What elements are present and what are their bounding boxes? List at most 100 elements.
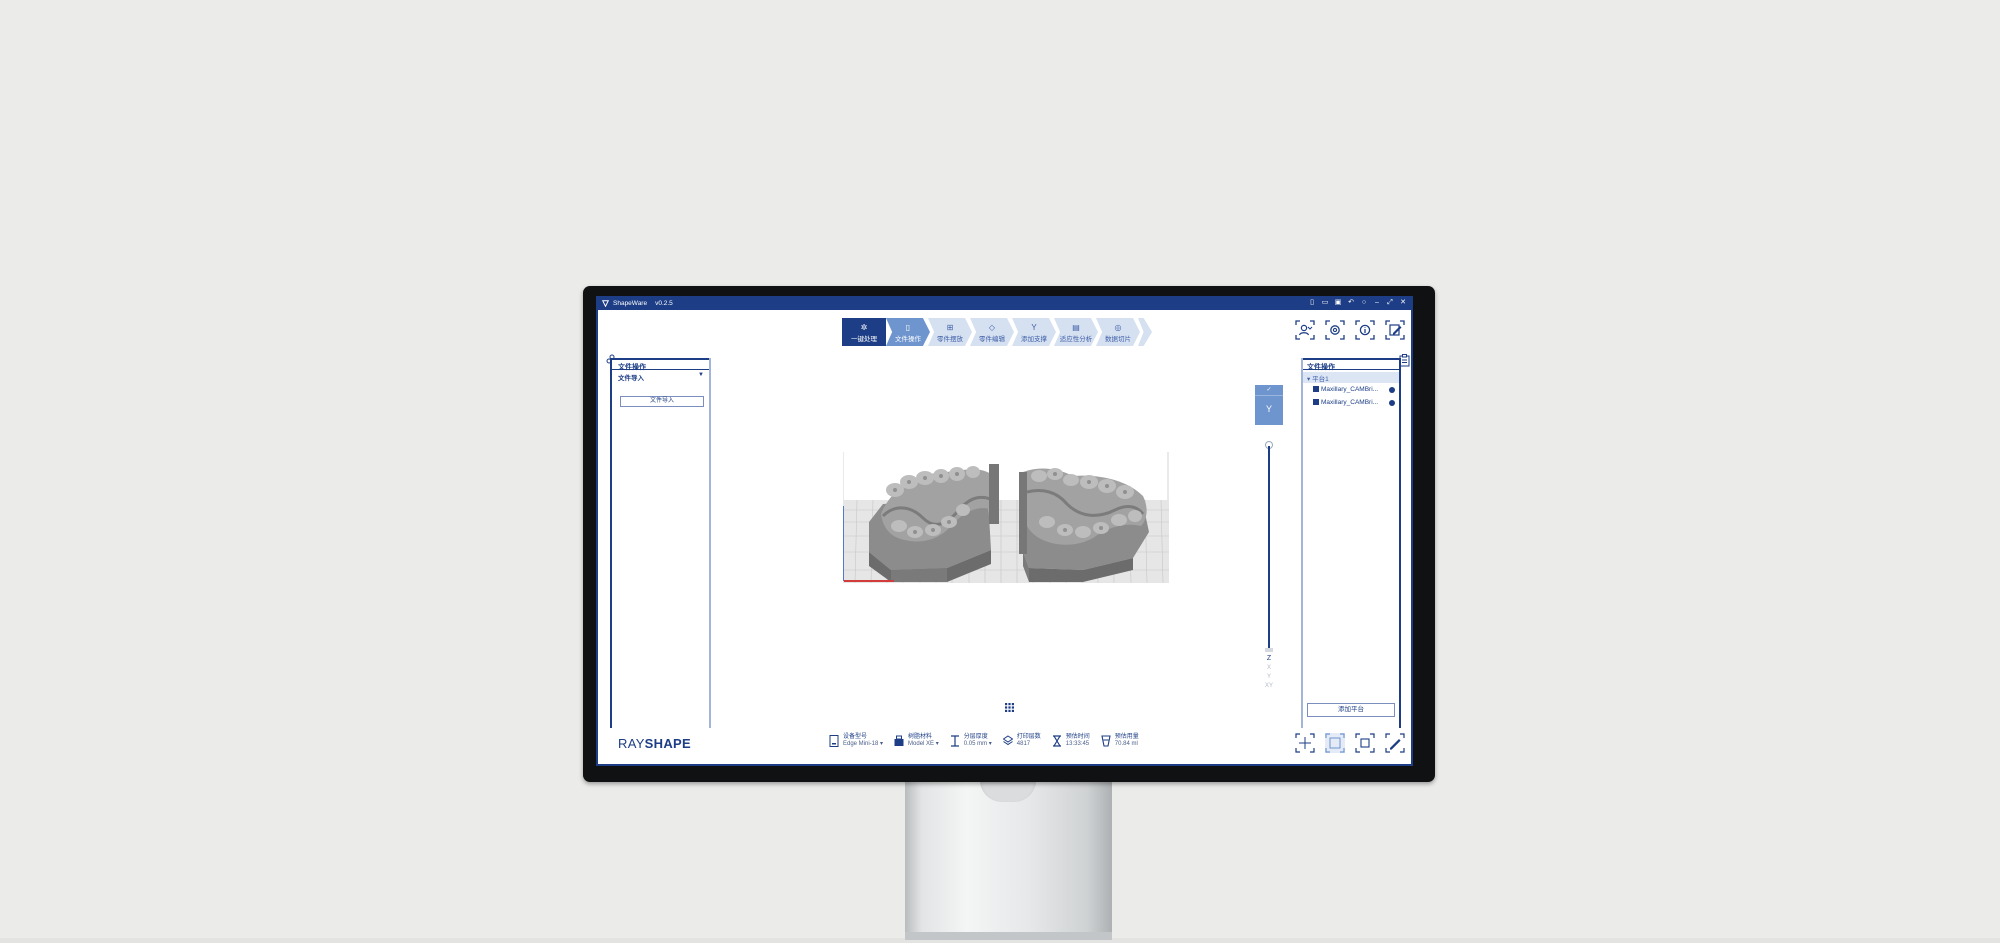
app-logo-icon	[602, 299, 609, 307]
step-label: 文件操作	[895, 336, 921, 343]
pan-view-button[interactable]	[1295, 733, 1315, 753]
view-cube-top[interactable]: ✓	[1255, 385, 1283, 396]
right-object-panel: 文件操作 ▾ 平台1 Maxillary_CAMBri... Maxillary…	[1301, 358, 1401, 728]
measure-tool-button[interactable]	[1385, 733, 1405, 753]
status-resin[interactable]: 树脂材料 Model XE ▾	[894, 734, 939, 748]
step-data-slice[interactable]: ◎ 数据切片	[1096, 318, 1140, 346]
platform-item[interactable]: ▾ 平台1	[1303, 372, 1399, 383]
zoom-icon	[1355, 733, 1375, 753]
status-layer-count: 打印层数 4817	[1002, 734, 1041, 748]
device-icon	[829, 735, 839, 747]
step-add-support[interactable]: Y 添加支撑	[1012, 318, 1056, 346]
axis-selector: Z X Y XY	[1264, 654, 1274, 691]
close-icon[interactable]: ✕	[1399, 298, 1407, 307]
window-titlebar: ShapeWare v0.2.5 ▯ ▭ ▣ ↶ ○ – ⤢ ✕	[596, 296, 1413, 310]
layer-thickness-icon	[950, 735, 959, 747]
save-icon[interactable]: ▣	[1334, 298, 1342, 307]
status-estimated-time: 预估时间 13:33:45	[1052, 734, 1090, 748]
brand-part-2: SHAPE	[644, 736, 691, 751]
minimize-icon[interactable]: –	[1373, 298, 1381, 307]
edit-icon	[1385, 320, 1405, 340]
rayshape-logo: RAYSHAPE	[618, 736, 691, 751]
status-label: 打印层数	[1016, 734, 1041, 740]
step-label: 零件编辑	[979, 336, 1005, 343]
monitor-stand	[905, 780, 1112, 938]
one-key-process-button[interactable]: ✲ 一键处理	[842, 318, 886, 346]
model-info-icon[interactable]	[1389, 387, 1395, 393]
status-layer-thickness[interactable]: 分层厚度 0.05 mm ▾	[950, 734, 992, 748]
user-icon	[1295, 320, 1315, 340]
info-tool-button[interactable]	[1355, 320, 1375, 340]
resin-icon	[894, 735, 904, 746]
file-import-button[interactable]: 文件导入	[620, 396, 704, 407]
edit-part-icon: ◇	[988, 323, 996, 332]
step-adaptability-analysis[interactable]: ▤ 适应性分析	[1054, 318, 1098, 346]
add-platform-button[interactable]: 添加平台	[1307, 703, 1395, 717]
axis-x[interactable]: X	[1264, 664, 1274, 673]
layer-slider-bottom-handle[interactable]	[1265, 648, 1273, 652]
zoom-view-button[interactable]	[1355, 733, 1375, 753]
view-cube[interactable]: ✓ Y	[1255, 385, 1283, 425]
grid-toggle-icon[interactable]	[1005, 703, 1014, 712]
brand-part-1: RAY	[618, 736, 645, 751]
status-label: 预估时间	[1065, 734, 1090, 740]
status-label: 设备型号	[843, 734, 868, 740]
left-panel-title: 文件操作	[612, 358, 709, 371]
gear-icon	[1325, 320, 1345, 340]
platform-label: 平台1	[1312, 376, 1329, 383]
build-plate-scene	[843, 452, 1169, 583]
file-import-section-label: 文件导入	[618, 375, 644, 382]
maximize-icon[interactable]: ⤢	[1386, 298, 1394, 307]
status-label: 分层厚度	[963, 734, 988, 740]
model-list-item[interactable]: Maxillary_CAMBri...	[1303, 396, 1399, 409]
status-estimated-volume: 预估用量 70.84 ml	[1101, 734, 1139, 748]
status-device[interactable]: 设备型号 Edge Mini-18 ▾	[829, 734, 883, 748]
status-value: 70.84 ml	[1114, 741, 1138, 747]
account-tool-button[interactable]	[1295, 320, 1315, 340]
y-axis-indicator	[843, 506, 844, 581]
settings-tool-button[interactable]	[1325, 320, 1345, 340]
status-value: Model XE ▾	[908, 741, 939, 747]
axis-xy[interactable]: XY	[1264, 682, 1274, 691]
slice-icon: ◎	[1114, 323, 1122, 332]
layer-slider-track[interactable]	[1268, 446, 1270, 651]
step-label: 零件摆放	[937, 336, 963, 343]
redo-icon[interactable]: ○	[1360, 298, 1368, 307]
left-operation-panel: 文件操作 文件导入 ▼ 文件导入	[610, 358, 711, 728]
view-cube-face[interactable]: Y	[1255, 396, 1283, 422]
analysis-icon: ▤	[1072, 323, 1080, 332]
undo-icon[interactable]: ↶	[1347, 298, 1355, 307]
axis-y[interactable]: Y	[1264, 673, 1274, 682]
workflow-steps: ▯ 文件操作 ⊞ 零件摆放 ◇ 零件编辑 Y 添加支撑 ▤ 适应性分析 ◎ 数据…	[886, 318, 1152, 346]
model-name: Maxillary_CAMBri...	[1321, 399, 1379, 406]
file-import-section[interactable]: 文件导入 ▼	[612, 370, 709, 382]
model-list-item[interactable]: Maxillary_CAMBri...	[1303, 383, 1399, 396]
open-folder-icon[interactable]: ▭	[1321, 298, 1329, 307]
fit-view-button[interactable]	[1325, 733, 1345, 753]
move-icon	[1295, 733, 1315, 753]
window-controls: ▯ ▭ ▣ ↶ ○ – ⤢ ✕	[1308, 298, 1407, 307]
new-file-icon[interactable]: ▯	[1308, 298, 1316, 307]
step-part-edit[interactable]: ◇ 零件编辑	[970, 318, 1014, 346]
ruler-pencil-icon	[1385, 733, 1405, 753]
3d-viewport[interactable]	[843, 452, 1169, 583]
step-part-layout[interactable]: ⊞ 零件摆放	[928, 318, 972, 346]
feedback-tool-button[interactable]	[1385, 320, 1405, 340]
step-label: 适应性分析	[1059, 336, 1093, 343]
steps-tail-arrow	[1138, 318, 1152, 346]
one-key-process-label: 一键处理	[851, 336, 877, 343]
resin-volume-icon	[1101, 735, 1111, 747]
gear-icon: ✲	[860, 323, 868, 332]
status-value: 13:33:45	[1065, 741, 1090, 747]
status-value: Edge Mini-18 ▾	[843, 741, 884, 747]
right-panel-title: 文件操作	[1303, 358, 1399, 371]
model-color-swatch	[1313, 399, 1319, 405]
step-file-operation[interactable]: ▯ 文件操作	[886, 318, 930, 346]
step-label: 添加支撑	[1021, 336, 1047, 343]
status-value: 0.05 mm ▾	[963, 741, 992, 747]
axis-z[interactable]: Z	[1264, 654, 1274, 664]
model-info-icon[interactable]	[1389, 400, 1395, 406]
monitor-stand-foot	[905, 932, 1112, 940]
top-right-toolbar	[1295, 320, 1405, 340]
step-label: 数据切片	[1105, 336, 1131, 343]
